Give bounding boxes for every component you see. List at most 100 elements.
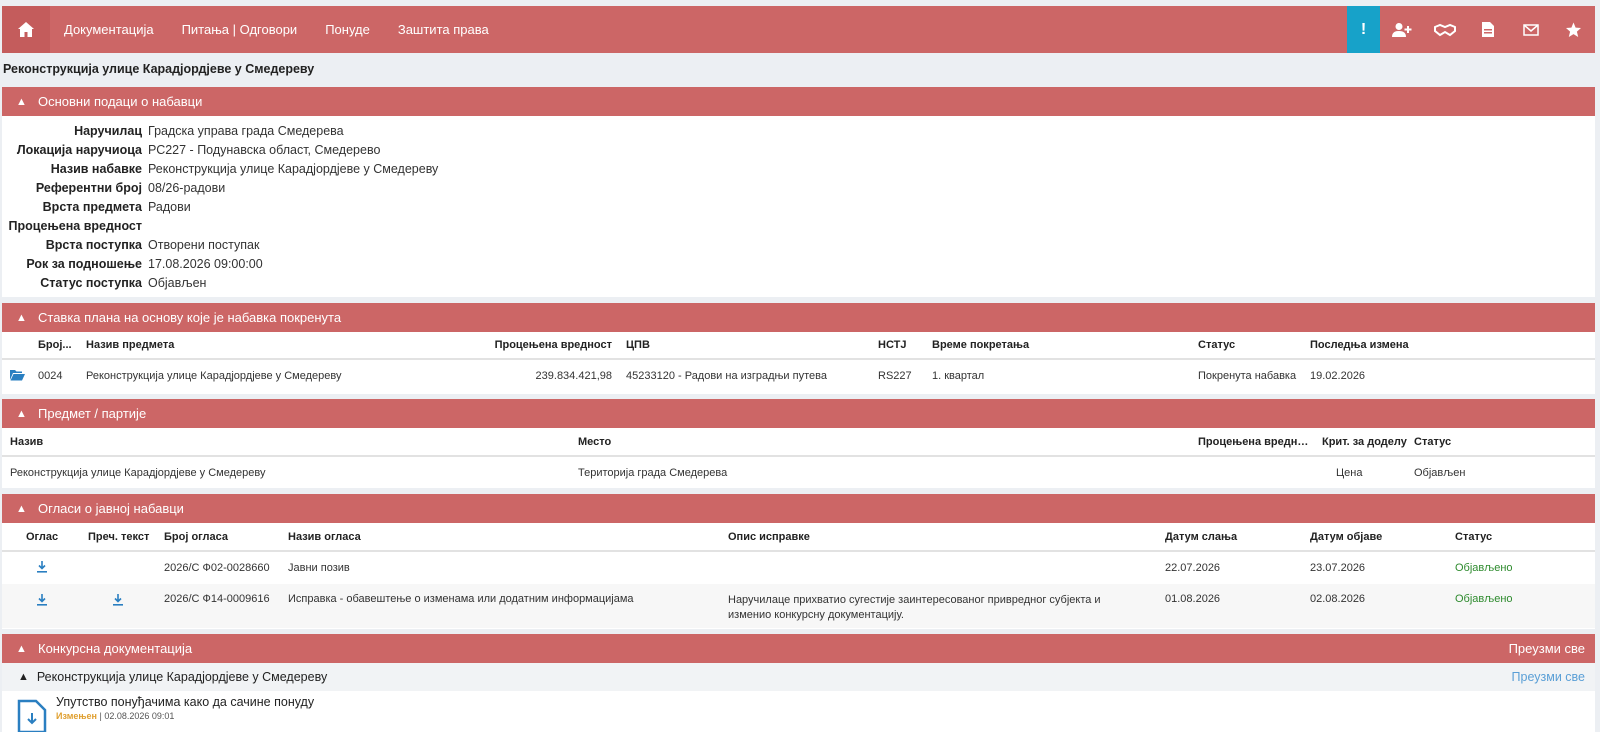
info-row: Процењена вредност	[2, 216, 1595, 235]
chevron-up-icon: ▲	[16, 502, 27, 515]
docs-subsection-title: Реконструкција улице Карадјордјеве у Сме…	[36, 670, 328, 684]
section-basic-info[interactable]: ▲ Основни подаци о набавци	[2, 87, 1595, 116]
info-row: Наручилац Градска управа града Смедерева	[2, 121, 1595, 140]
lots-table: Назив Место Процењена вредност Крит. за …	[2, 428, 1595, 488]
home-button[interactable]	[2, 6, 50, 53]
ad-sent-date: 01.08.2026	[1165, 593, 1221, 605]
nav-offers[interactable]: Понуде	[311, 22, 384, 37]
doc-file-item[interactable]: Упутство понуђачима како да сачине понуд…	[2, 691, 1595, 732]
plan-number: 0024	[38, 370, 63, 382]
download-icon	[37, 594, 47, 606]
col-header: Преч. текст	[88, 530, 150, 543]
info-label: Назив набавке	[50, 161, 142, 176]
info-row: Локација наручиоца РС227 - Подунавска обл…	[2, 140, 1595, 159]
alert-button[interactable]: !	[1347, 6, 1380, 53]
info-value: Радови	[148, 199, 191, 214]
table-header: Број... Назив предмета Процењена вреднос…	[2, 332, 1595, 360]
add-user-button[interactable]	[1380, 6, 1423, 53]
table-row: 2026/С Ф02-0028660 Јавни позив 22.07.202…	[2, 552, 1595, 584]
info-value: РС227 - Подунавска област, Смедерево	[148, 142, 381, 157]
handshake-icon	[1433, 23, 1456, 36]
col-header: Место	[578, 435, 612, 448]
col-header: Оглас	[26, 530, 59, 543]
ad-publish-date: 02.08.2026	[1310, 593, 1366, 605]
table-header: Назив Место Процењена вредност Крит. за …	[2, 428, 1595, 457]
document-button[interactable]	[1466, 6, 1509, 53]
info-value: Реконструкција улице Карадјордјеве у Сме…	[148, 161, 439, 176]
col-header: НСТЈ	[878, 339, 907, 351]
info-label: Референтни број	[35, 180, 142, 195]
nav-documentation[interactable]: Документација	[50, 22, 168, 37]
section-plan-item[interactable]: ▲ Ставка плана на основу које је набавка…	[2, 303, 1595, 332]
col-header: Време покретања	[932, 339, 1030, 351]
info-value: Објављен	[148, 275, 207, 290]
folder-open-icon	[10, 369, 25, 380]
info-label: Врста предмета	[42, 199, 142, 214]
doc-modified-tag: Измењен	[56, 711, 97, 721]
sub-download-all-button[interactable]: Преузми све	[1512, 670, 1595, 684]
col-header: Назив предмета	[86, 339, 175, 351]
section-tender-docs-title: Конкурсна документација	[38, 641, 193, 656]
info-row: Врста поступка Отворени поступак	[2, 235, 1595, 254]
info-row: Назив набавке Реконструкција улице Карадј…	[2, 159, 1595, 178]
section-tender-docs[interactable]: ▲ Конкурсна документација Преузми све	[2, 634, 1595, 663]
lot-place: Територија града Смедерева	[578, 466, 728, 479]
doc-file-name[interactable]: Упутство понуђачима како да сачине понуд…	[56, 695, 314, 709]
ad-sent-date: 22.07.2026	[1165, 562, 1221, 574]
table-row: 0024 Реконструкција улице Карадјордјеве …	[2, 360, 1595, 392]
ad-correction-line: Наручилаце прихватио сугестије заинтерес…	[728, 594, 1101, 606]
info-label: Врста поступка	[45, 237, 142, 252]
page-title: Реконструкција улице Карадјордјеве у Сме…	[3, 62, 315, 76]
col-header: Број...	[38, 339, 72, 351]
ad-name: Јавни позив	[288, 562, 350, 574]
info-row: Врста предмета Радови	[2, 197, 1595, 216]
ad-correction-description: Наручилаце прихватио сугестије заинтерес…	[728, 593, 1165, 623]
info-value: 17.08.2026 09:00:00	[148, 256, 263, 271]
plan-status: Покренута набавка	[1198, 370, 1297, 382]
star-icon	[1566, 22, 1581, 37]
col-header: Опис исправке	[728, 530, 810, 543]
col-header: Статус	[1455, 530, 1493, 543]
download-icon	[113, 594, 123, 606]
download-ad-button[interactable]	[2, 593, 88, 609]
section-ads-title: Огласи о јавној набавци	[38, 501, 184, 516]
download-all-button[interactable]: Преузми све	[1509, 641, 1595, 656]
nav-protection-of-rights[interactable]: Заштита права	[384, 22, 503, 37]
docs-subsection-header[interactable]: ▲ Реконструкција улице Карадјордјеве у С…	[2, 663, 1595, 691]
col-header: Последња измена	[1310, 339, 1409, 351]
info-label: Рок за подношење	[26, 256, 142, 271]
download-ad-button[interactable]	[2, 560, 88, 576]
col-header: Крит. за доделу	[1322, 435, 1407, 448]
nav-questions-answers[interactable]: Питања | Одговори	[168, 22, 312, 37]
table-row: 2026/С Ф14-0009616 Исправка - обавештење…	[2, 584, 1595, 628]
page: Документација Питања | Одговори Понуде З…	[0, 0, 1600, 732]
lot-name: Реконструкција улице Карадјордјеве у Сме…	[10, 466, 266, 479]
lot-status: Објављен	[1414, 466, 1466, 479]
favorite-button[interactable]	[1552, 6, 1595, 53]
mail-button[interactable]	[1509, 6, 1552, 53]
file-download-icon	[17, 699, 47, 732]
info-value: 08/26-радови	[148, 180, 226, 195]
chevron-up-icon: ▲	[16, 95, 27, 108]
info-label: Процењена вредност	[8, 218, 142, 233]
mail-icon	[1522, 23, 1539, 36]
lot-award-criteria: Цена	[1336, 466, 1363, 479]
section-ads[interactable]: ▲ Огласи о јавној набавци	[2, 494, 1595, 523]
section-lots-title: Предмет / партије	[38, 406, 147, 421]
open-folder-button[interactable]	[2, 369, 38, 384]
col-header: Назив огласа	[288, 530, 361, 543]
ad-number: 2026/С Ф14-0009616	[164, 593, 270, 605]
table-header: Оглас Преч. текст Број огласа Назив огла…	[2, 523, 1595, 552]
download-clean-text-button[interactable]	[88, 593, 164, 609]
info-row: Референтни број 08/26-радови	[2, 178, 1595, 197]
col-header: Процењена вредност	[494, 339, 612, 351]
ad-number: 2026/С Ф02-0028660	[164, 562, 270, 574]
ads-table: Оглас Преч. текст Број огласа Назив огла…	[2, 523, 1595, 629]
table-row: Реконструкција улице Карадјордјеве у Сме…	[2, 457, 1595, 488]
chevron-up-icon: ▲	[16, 642, 27, 655]
info-row: Рок за подношење 17.08.2026 09:00:00	[2, 254, 1595, 273]
section-lots[interactable]: ▲ Предмет / партије	[2, 399, 1595, 428]
col-header: Број огласа	[164, 530, 228, 543]
section-basic-info-title: Основни подаци о набавци	[38, 94, 203, 109]
handshake-button[interactable]	[1423, 6, 1466, 53]
